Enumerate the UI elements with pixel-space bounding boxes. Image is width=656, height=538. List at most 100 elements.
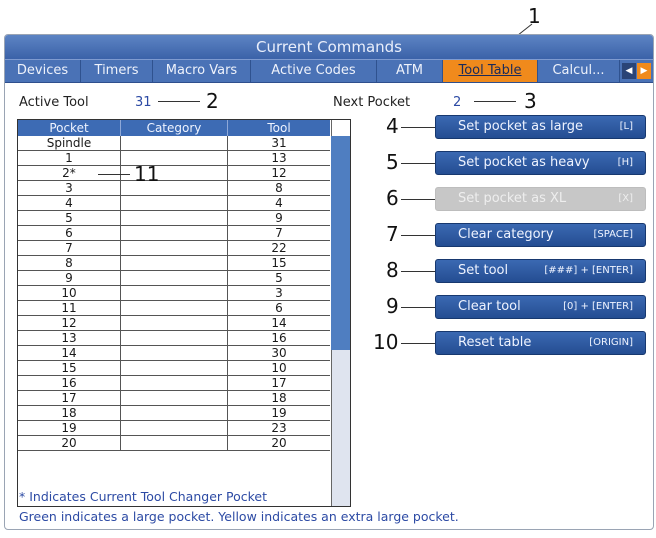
table-row[interactable]: Spindle 31 bbox=[18, 136, 330, 151]
current-commands-window: Current Commands Devices Timers Macro Va… bbox=[4, 34, 654, 530]
cell-category bbox=[121, 136, 228, 150]
button-label: Clear category bbox=[458, 227, 554, 242]
header-tool: Tool bbox=[267, 121, 291, 135]
cell-category bbox=[121, 256, 228, 270]
set-tool-button[interactable]: Set tool [###] + [ENTER] bbox=[435, 259, 646, 283]
table-row[interactable]: 10 3 bbox=[18, 286, 330, 301]
cell-pocket: 10 bbox=[18, 286, 121, 300]
set-pocket-large-button[interactable]: Set pocket as large [L] bbox=[435, 115, 646, 139]
table-row[interactable]: 1 13 bbox=[18, 151, 330, 166]
cell-tool: 20 bbox=[271, 436, 287, 450]
table-row[interactable]: 16 17 bbox=[18, 376, 330, 391]
callout-11-leader bbox=[98, 174, 130, 175]
callout-2: 2 bbox=[206, 89, 219, 113]
footer-note-1: * Indicates Current Tool Changer Pocket bbox=[19, 489, 267, 504]
table-row[interactable]: 38 bbox=[18, 181, 330, 196]
cell-category bbox=[121, 391, 228, 405]
cell-category bbox=[121, 211, 228, 225]
callout-6: 6 bbox=[386, 186, 399, 210]
active-tool-value: 31 bbox=[135, 95, 152, 110]
tab-timers[interactable]: Timers bbox=[81, 60, 153, 82]
reset-table-button[interactable]: Reset table [ORIGIN] bbox=[435, 331, 646, 355]
cell-category bbox=[121, 226, 228, 240]
active-tool-label: Active Tool bbox=[19, 95, 89, 110]
cell-category bbox=[121, 286, 228, 300]
callout-7: 7 bbox=[386, 222, 399, 246]
cell-pocket: 9 bbox=[18, 271, 121, 285]
cell-pocket: 20 bbox=[18, 436, 121, 450]
tab-devices[interactable]: Devices bbox=[5, 60, 81, 82]
cell-tool: 5 bbox=[275, 271, 283, 285]
cell-category bbox=[121, 196, 228, 210]
table-row[interactable]: 67 bbox=[18, 226, 330, 241]
next-pocket-label: Next Pocket bbox=[333, 95, 411, 110]
cell-tool: 19 bbox=[271, 406, 287, 420]
cell-pocket: 15 bbox=[18, 361, 121, 375]
table-row[interactable]: 13 16 bbox=[18, 331, 330, 346]
callout-10: 10 bbox=[373, 330, 399, 354]
table-row[interactable]: 14 30 bbox=[18, 346, 330, 361]
tab-macro-vars[interactable]: Macro Vars bbox=[153, 60, 251, 82]
table-row[interactable]: 19 23 bbox=[18, 421, 330, 436]
button-shortcut: [X] bbox=[618, 193, 633, 204]
window-title: Current Commands bbox=[5, 35, 653, 59]
cell-category bbox=[121, 421, 228, 435]
cell-category bbox=[121, 376, 228, 390]
cell-category bbox=[121, 241, 228, 255]
button-label: Set pocket as heavy bbox=[458, 155, 590, 170]
table-row[interactable]: 15 10 bbox=[18, 361, 330, 376]
cell-tool: 7 bbox=[275, 226, 283, 240]
cell-pocket: 1 bbox=[18, 151, 121, 165]
cell-tool: 16 bbox=[271, 331, 287, 345]
cell-pocket: 12 bbox=[18, 316, 121, 330]
cell-category bbox=[121, 361, 228, 375]
callout-8-leader bbox=[401, 271, 435, 272]
tab-tool-table[interactable]: Tool Table bbox=[443, 60, 538, 82]
scrollbar-top bbox=[331, 120, 350, 136]
table-row[interactable]: 7 22 bbox=[18, 241, 330, 256]
table-row[interactable]: 18 19 bbox=[18, 406, 330, 421]
cell-pocket: 19 bbox=[18, 421, 121, 435]
table-row[interactable]: 20 20 bbox=[18, 436, 330, 451]
table-row[interactable]: 11 6 bbox=[18, 301, 330, 316]
tab-scroll-right-icon[interactable]: ▶ bbox=[637, 63, 651, 79]
header-category: Category bbox=[121, 120, 228, 136]
table-row[interactable]: 44 bbox=[18, 196, 330, 211]
cell-pocket: Spindle bbox=[18, 136, 121, 150]
scrollbar-thumb[interactable] bbox=[331, 136, 350, 350]
table-row[interactable]: 59 bbox=[18, 211, 330, 226]
tab-calculator[interactable]: Calcul... bbox=[538, 60, 620, 82]
table-row[interactable]: 17 18 bbox=[18, 391, 330, 406]
callout-10-leader bbox=[401, 343, 435, 344]
table-header: Pocket Category Tool bbox=[18, 120, 330, 136]
cell-tool: 13 bbox=[271, 151, 287, 165]
button-shortcut: [SPACE] bbox=[593, 229, 633, 240]
callout-5: 5 bbox=[386, 150, 399, 174]
cell-category bbox=[121, 301, 228, 315]
callout-9-leader bbox=[401, 307, 435, 308]
table-row[interactable]: 95 bbox=[18, 271, 330, 286]
set-pocket-heavy-button[interactable]: Set pocket as heavy [H] bbox=[435, 151, 646, 175]
cell-tool: 9 bbox=[275, 211, 283, 225]
table-row[interactable]: 12 14 bbox=[18, 316, 330, 331]
set-pocket-xl-button: Set pocket as XL [X] bbox=[435, 187, 646, 211]
table-row[interactable]: 8 15 bbox=[18, 256, 330, 271]
cell-pocket: 8 bbox=[18, 256, 121, 270]
table-row[interactable]: 2* 12 bbox=[18, 166, 330, 181]
clear-category-button[interactable]: Clear category [SPACE] bbox=[435, 223, 646, 247]
cell-pocket: 16 bbox=[18, 376, 121, 390]
callout-3-leader bbox=[474, 101, 516, 102]
tab-atm[interactable]: ATM bbox=[377, 60, 443, 82]
cell-tool: 31 bbox=[271, 136, 287, 150]
cell-pocket: 5 bbox=[18, 211, 121, 225]
cell-tool: 14 bbox=[271, 316, 287, 330]
tab-scroll-left-icon[interactable]: ◀ bbox=[622, 63, 636, 79]
header-pocket: Pocket bbox=[18, 120, 121, 136]
clear-tool-button[interactable]: Clear tool [0] + [ENTER] bbox=[435, 295, 646, 319]
callout-6-leader bbox=[401, 199, 435, 200]
callout-5-leader bbox=[401, 163, 435, 164]
cell-tool: 17 bbox=[271, 376, 287, 390]
next-pocket-value: 2 bbox=[453, 95, 462, 110]
callout-7-leader bbox=[401, 235, 435, 236]
tab-active-codes[interactable]: Active Codes bbox=[251, 60, 377, 82]
